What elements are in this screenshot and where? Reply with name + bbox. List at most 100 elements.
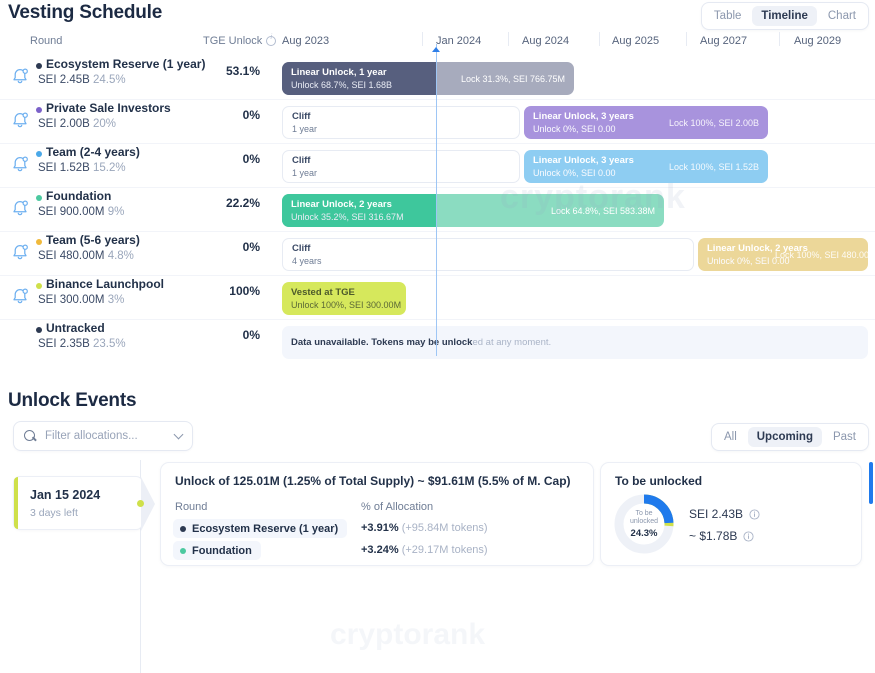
round-color-dot bbox=[36, 151, 42, 157]
untracked-bar: Data unavailable. Tokens may be unlocked… bbox=[282, 326, 868, 359]
round-amount: SEI 480.00M 4.8% bbox=[38, 250, 134, 262]
allocation-value: +3.91% (+95.84M tokens) bbox=[361, 522, 488, 534]
axis-tick-0: Aug 2023 bbox=[282, 35, 329, 47]
tge-unlock-value: 53.1% bbox=[180, 64, 260, 78]
round-pill[interactable]: Ecosystem Reserve (1 year) bbox=[173, 519, 347, 538]
info-icon[interactable] bbox=[743, 531, 754, 542]
timeline-track: Linear Unlock, 2 yearsUnlock 35.2%, SEI … bbox=[282, 188, 868, 232]
vesting-bar[interactable]: Vested at TGEUnlock 100%, SEI 300.00M bbox=[282, 282, 406, 315]
vesting-bar[interactable]: Linear Unlock, 2 yearsUnlock 0%, SEI 0.0… bbox=[698, 238, 868, 271]
unlock-detail-card: Unlock of 125.01M (1.25% of Total Supply… bbox=[160, 462, 594, 566]
axis-tick-4: Aug 2027 bbox=[700, 35, 747, 47]
tge-unlock-value: 0% bbox=[180, 328, 260, 342]
vesting-bar[interactable]: Linear Unlock, 1 yearUnlock 68.7%, SEI 1… bbox=[282, 62, 574, 95]
tab-upcoming[interactable]: Upcoming bbox=[748, 427, 822, 447]
tab-all[interactable]: All bbox=[715, 427, 746, 447]
column-header-round: Round bbox=[30, 35, 62, 47]
vesting-row: UntrackedSEI 2.35B 23.5%0%Data unavailab… bbox=[0, 320, 875, 364]
round-name: Foundation bbox=[46, 189, 111, 203]
timeline-track: Cliff4 yearsLinear Unlock, 2 yearsUnlock… bbox=[282, 232, 868, 276]
axis-separator-3 bbox=[686, 32, 687, 46]
to-be-unlocked-title: To be unlocked bbox=[615, 474, 702, 488]
vesting-rows: Ecosystem Reserve (1 year)SEI 2.45B 24.5… bbox=[0, 56, 875, 364]
round-amount: SEI 300.00M 3% bbox=[38, 294, 124, 306]
notification-bell-icon[interactable] bbox=[10, 242, 30, 262]
tge-unlock-value: 0% bbox=[180, 152, 260, 166]
tge-unlock-value: 0% bbox=[180, 240, 260, 254]
cliff-bar[interactable]: Cliff4 years bbox=[282, 238, 694, 271]
vesting-bar[interactable]: Linear Unlock, 2 yearsUnlock 35.2%, SEI … bbox=[282, 194, 664, 227]
round-amount: SEI 2.45B 24.5% bbox=[38, 74, 126, 86]
unlock-events-title: Unlock Events bbox=[8, 390, 136, 412]
tge-unlock-label: TGE Unlock bbox=[203, 35, 262, 47]
filter-allocations-input[interactable]: Filter allocations... bbox=[13, 421, 193, 451]
round-amount: SEI 900.00M 9% bbox=[38, 206, 124, 218]
vesting-page: Vesting Schedule Table Timeline Chart Ro… bbox=[0, 0, 875, 673]
event-date: Jan 15 2024 bbox=[30, 488, 100, 502]
tge-unlock-value: 22.2% bbox=[180, 196, 260, 210]
donut-label-2: unlocked bbox=[630, 518, 658, 527]
donut-percent: 24.3% bbox=[631, 528, 658, 539]
chip-arrow bbox=[142, 477, 156, 531]
vesting-row: Team (2-4 years) SEI 1.52B 15.2% 0% Cliff1 … bbox=[0, 144, 875, 188]
view-toggle-table[interactable]: Table bbox=[705, 6, 751, 26]
round-name: Team (2-4 years) bbox=[46, 145, 140, 159]
timeline-axis: Aug 2023Jan 2024Aug 2024Aug 2025Aug 2027… bbox=[282, 30, 868, 52]
round-pill[interactable]: Foundation bbox=[173, 541, 261, 560]
timeline-track: Vested at TGEUnlock 100%, SEI 300.00M bbox=[282, 276, 868, 320]
today-marker-line bbox=[436, 44, 437, 356]
notification-bell-icon[interactable] bbox=[10, 286, 30, 306]
cliff-bar[interactable]: Cliff1 year bbox=[282, 150, 520, 183]
round-amount: SEI 1.52B 15.2% bbox=[38, 162, 126, 174]
notification-bell-icon[interactable] bbox=[10, 66, 30, 86]
today-marker-arrow bbox=[432, 47, 440, 52]
events-scrollbar-thumb[interactable] bbox=[869, 462, 873, 504]
view-toggle-chart[interactable]: Chart bbox=[819, 6, 865, 26]
info-icon[interactable] bbox=[266, 36, 276, 46]
event-date-chip[interactable]: Jan 15 2024 3 days left bbox=[13, 476, 143, 530]
unlock-event: Jan 15 2024 3 days left Unlock of 125.01M … bbox=[0, 460, 875, 578]
notification-bell-icon[interactable] bbox=[10, 198, 30, 218]
timeline-track: Data unavailable. Tokens may be unlocked… bbox=[282, 320, 868, 364]
axis-tick-1: Jan 2024 bbox=[436, 35, 481, 47]
round-color-dot bbox=[36, 283, 42, 289]
timeline-track: Cliff1 yearLinear Unlock, 3 yearsUnlock … bbox=[282, 100, 868, 144]
timeline-track: Linear Unlock, 1 yearUnlock 68.7%, SEI 1… bbox=[282, 56, 868, 100]
to-be-unlocked-sei: SEI 2.43B bbox=[689, 507, 760, 521]
axis-tick-2: Aug 2024 bbox=[522, 35, 569, 47]
unlock-events-list: cryptorank cryptorank Jan 15 20243 days … bbox=[0, 460, 875, 673]
notification-bell-icon[interactable] bbox=[10, 154, 30, 174]
vesting-row: Private Sale InvestorsSEI 2.00B 20%0%Cli… bbox=[0, 100, 875, 144]
view-toggle-timeline[interactable]: Timeline bbox=[752, 6, 816, 26]
event-days-left: 3 days left bbox=[30, 507, 78, 519]
view-toggle[interactable]: Table Timeline Chart bbox=[701, 2, 869, 30]
tab-past[interactable]: Past bbox=[824, 427, 865, 447]
info-icon[interactable] bbox=[749, 509, 760, 520]
column-header-tge-unlock: TGE Unlock bbox=[203, 35, 276, 47]
timeline-track: Cliff1 yearLinear Unlock, 3 yearsUnlock … bbox=[282, 144, 868, 188]
round-color-dot bbox=[180, 548, 186, 554]
round-color-dot bbox=[180, 526, 186, 532]
events-filter-tabs[interactable]: All Upcoming Past bbox=[711, 423, 869, 451]
tge-unlock-value: 0% bbox=[180, 108, 260, 122]
axis-separator-0 bbox=[422, 32, 423, 46]
donut-center: To beunlocked24.3% bbox=[613, 493, 675, 555]
cliff-bar[interactable]: Cliff1 year bbox=[282, 106, 520, 139]
round-amount: SEI 2.35B 23.5% bbox=[38, 338, 126, 350]
to-be-unlocked-card: To be unlocked To beunlocked24.3% SEI 2.43… bbox=[600, 462, 862, 566]
round-color-dot bbox=[36, 195, 42, 201]
round-color-dot bbox=[36, 327, 42, 333]
vesting-bar[interactable]: Linear Unlock, 3 yearsUnlock 0%, SEI 0.0… bbox=[524, 106, 768, 139]
to-be-unlocked-usd: ~ $1.78B bbox=[689, 529, 754, 543]
vesting-row: Team (5-6 years) SEI 480.00M 4.8% 0% Cliff4… bbox=[0, 232, 875, 276]
round-name: Team (5-6 years) bbox=[46, 233, 140, 247]
vesting-bar[interactable]: Linear Unlock, 3 yearsUnlock 0%, SEI 0.0… bbox=[524, 150, 768, 183]
donut-wrapper: To beunlocked24.3% bbox=[613, 493, 675, 555]
chevron-down-icon[interactable] bbox=[174, 429, 184, 439]
col-header-round: Round bbox=[175, 501, 207, 513]
notification-bell-icon[interactable] bbox=[10, 110, 30, 130]
vesting-row: Foundation SEI 900.00M 9% 22.2% Linear Unlo… bbox=[0, 188, 875, 232]
tge-unlock-value: 100% bbox=[180, 284, 260, 298]
unlock-summary: Unlock of 125.01M (1.25% of Total Supply… bbox=[175, 474, 571, 488]
date-stripe bbox=[14, 477, 18, 529]
